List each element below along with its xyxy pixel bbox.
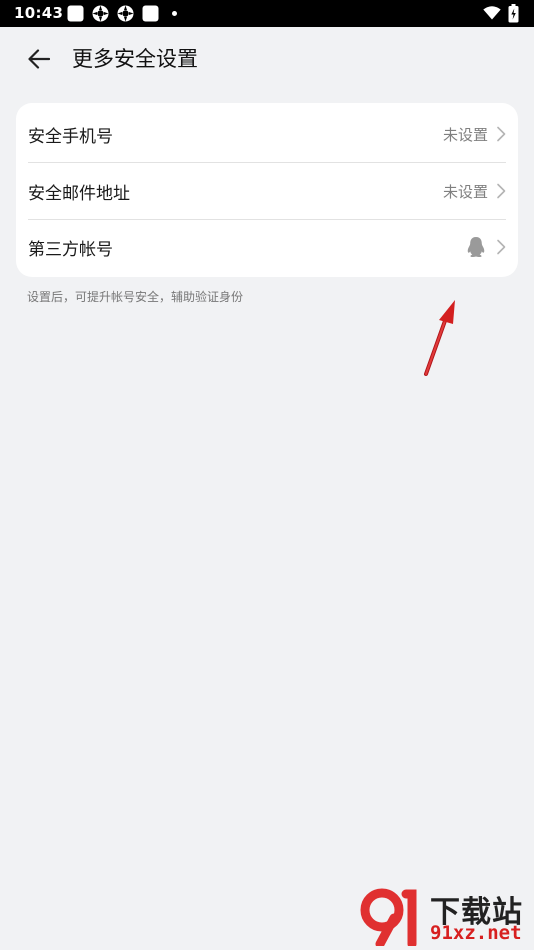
arrow-left-icon [28, 49, 50, 69]
site-logo-icon [360, 888, 417, 946]
settings-card: 安全手机号 未设置 安全邮件地址 未设置 第三方帐号 [16, 103, 518, 277]
status-time: 10:43 [14, 4, 64, 22]
chevron-right-icon [497, 126, 506, 142]
settings-like-icon [92, 5, 109, 22]
annotation-arrow-icon [424, 300, 455, 376]
settings-item-secure-email[interactable]: 安全邮件地址 未设置 [28, 163, 506, 219]
status-bar: 10:43 [0, 0, 534, 27]
settings-item-secure-phone[interactable]: 安全手机号 未设置 [28, 106, 506, 162]
settings-like-icon [117, 5, 134, 22]
settings-hint: 设置后，可提升帐号安全，辅助验证身份 [27, 290, 244, 304]
page-title: 更多安全设置 [72, 47, 198, 71]
settings-item-label: 第三方帐号 [28, 239, 113, 260]
settings-item-value: 未设置 [442, 182, 488, 201]
watermark-url: 91xz.net [430, 922, 522, 944]
settings-item-third-party-account[interactable]: 第三方帐号 [28, 219, 506, 275]
dot-icon [172, 11, 177, 16]
settings-item-label: 安全手机号 [28, 126, 113, 147]
header: 更多安全设置 [0, 27, 534, 91]
app-icon [67, 5, 84, 22]
qq-icon [467, 237, 485, 257]
settings-item-label: 安全邮件地址 [28, 183, 130, 204]
chevron-right-icon [497, 183, 506, 199]
settings-item-value: 未设置 [442, 125, 488, 144]
app-icon [142, 5, 159, 22]
wifi-icon [483, 6, 501, 20]
back-button[interactable] [22, 44, 56, 74]
battery-icon [508, 4, 519, 23]
watermark: 下载站 91xz.net [360, 884, 532, 948]
chevron-right-icon [497, 239, 506, 255]
